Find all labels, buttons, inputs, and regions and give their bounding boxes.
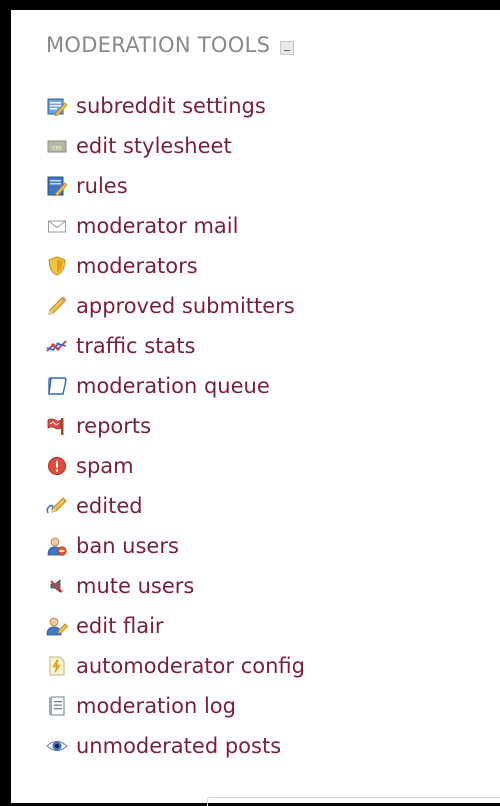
panel-header: MODERATION TOOLS: [46, 32, 295, 58]
tool-item-moderator-mail[interactable]: moderator mail: [46, 206, 305, 246]
pencil-icon: [46, 295, 68, 317]
tool-label[interactable]: spam: [76, 454, 134, 478]
rules-icon: [46, 175, 68, 197]
tool-item-unmoderated-posts[interactable]: unmoderated posts: [46, 726, 305, 766]
tool-label[interactable]: rules: [76, 174, 128, 198]
automod-icon: [46, 655, 68, 677]
tool-label[interactable]: automoderator config: [76, 654, 305, 678]
tool-item-approved-submitters[interactable]: approved submitters: [46, 286, 305, 326]
traffic-icon: [46, 335, 68, 357]
next-panel-edge: [207, 797, 500, 806]
tool-item-traffic-stats[interactable]: traffic stats: [46, 326, 305, 366]
tool-label[interactable]: approved submitters: [76, 294, 295, 318]
moderation-tools-panel: MODERATION TOOLS subreddit settings css: [11, 10, 500, 806]
tool-item-subreddit-settings[interactable]: subreddit settings: [46, 86, 305, 126]
flag-icon: [46, 415, 68, 437]
shield-icon: [46, 255, 68, 277]
tool-item-moderation-queue[interactable]: moderation queue: [46, 366, 305, 406]
collapse-button[interactable]: [280, 41, 295, 55]
tool-label[interactable]: mute users: [76, 574, 194, 598]
tool-label[interactable]: moderation log: [76, 694, 236, 718]
css-icon: css: [46, 135, 68, 157]
flair-icon: [46, 615, 68, 637]
log-icon: [46, 695, 68, 717]
tool-label[interactable]: moderator mail: [76, 214, 238, 238]
tool-item-ban-users[interactable]: ban users: [46, 526, 305, 566]
tool-label[interactable]: edit flair: [76, 614, 164, 638]
tool-label[interactable]: edit stylesheet: [76, 134, 232, 158]
tool-item-spam[interactable]: spam: [46, 446, 305, 486]
tool-item-automoderator-config[interactable]: automoderator config: [46, 646, 305, 686]
tool-item-mute-users[interactable]: mute users: [46, 566, 305, 606]
tool-label[interactable]: unmoderated posts: [76, 734, 281, 758]
spam-icon: [46, 455, 68, 477]
tool-label[interactable]: moderation queue: [76, 374, 270, 398]
tool-label[interactable]: ban users: [76, 534, 179, 558]
mail-icon: [46, 215, 68, 237]
queue-icon: [46, 375, 68, 397]
tool-item-edited[interactable]: edited: [46, 486, 305, 526]
tool-label[interactable]: traffic stats: [76, 334, 195, 358]
eye-icon: [46, 735, 68, 757]
mute-icon: [46, 575, 68, 597]
svg-text:css: css: [52, 145, 62, 152]
settings-icon: [46, 95, 68, 117]
tool-list: subreddit settings css edit stylesheet r…: [46, 86, 305, 766]
ban-user-icon: [46, 535, 68, 557]
tool-label[interactable]: moderators: [76, 254, 198, 278]
tool-label[interactable]: edited: [76, 494, 143, 518]
tool-item-reports[interactable]: reports: [46, 406, 305, 446]
tool-label[interactable]: reports: [76, 414, 151, 438]
panel-title: MODERATION TOOLS: [46, 33, 271, 57]
edited-icon: [46, 495, 68, 517]
tool-label[interactable]: subreddit settings: [76, 94, 266, 118]
tool-item-edit-flair[interactable]: edit flair: [46, 606, 305, 646]
tool-item-moderators[interactable]: moderators: [46, 246, 305, 286]
tool-item-rules[interactable]: rules: [46, 166, 305, 206]
tool-item-edit-stylesheet[interactable]: css edit stylesheet: [46, 126, 305, 166]
tool-item-moderation-log[interactable]: moderation log: [46, 686, 305, 726]
